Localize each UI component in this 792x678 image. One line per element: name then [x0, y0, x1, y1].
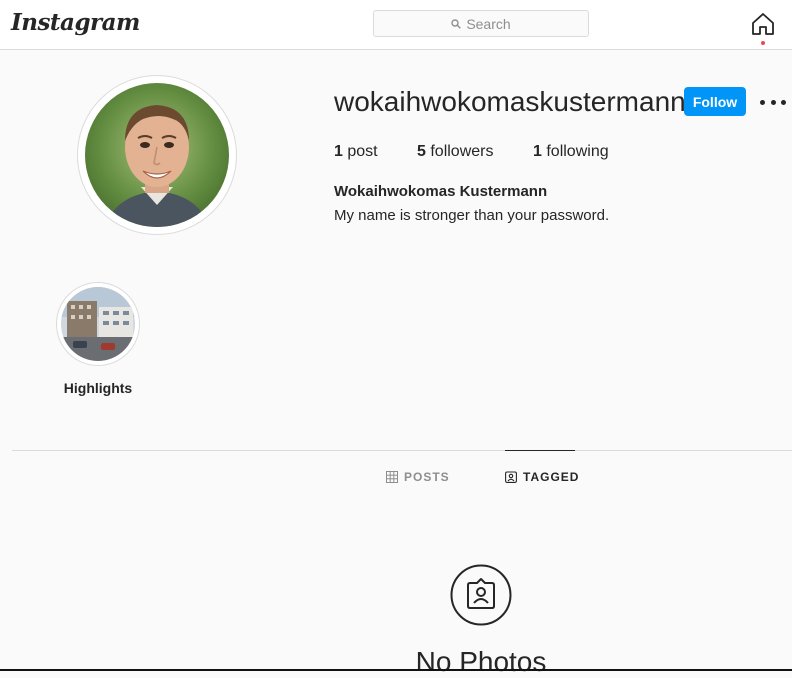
posts-count: 1 post [334, 143, 378, 161]
posts-count-value: 1 [334, 143, 343, 160]
notification-dot [761, 41, 765, 45]
tab-posts[interactable]: POSTS [386, 470, 450, 484]
tab-tagged[interactable]: TAGGED [505, 470, 579, 484]
follow-button[interactable]: Follow [684, 87, 746, 116]
tagged-photos-icon [450, 564, 512, 626]
profile-bio: My name is stronger than your password. [334, 207, 610, 224]
active-tab-indicator [505, 450, 575, 451]
profile-username: wokaihwokomaskustermann [334, 86, 686, 117]
story-highlight[interactable]: Highlights [56, 282, 142, 396]
dot [760, 99, 765, 105]
search-input[interactable]: Search [373, 10, 589, 37]
following-link[interactable]: 1 following [533, 143, 609, 161]
highlight-label: Highlights [63, 380, 133, 396]
profile-photo [85, 83, 229, 227]
tab-tagged-label: TAGGED [523, 470, 580, 484]
highlight-ring [56, 282, 140, 366]
tagged-icon [505, 471, 517, 483]
top-nav-bar: Instagram Search [0, 0, 792, 50]
tabs-divider [12, 450, 792, 451]
profile-avatar[interactable] [77, 75, 237, 235]
search-placeholder: Search [466, 15, 511, 32]
following-count-value: 1 [533, 143, 542, 160]
window-bottom-border [0, 669, 792, 671]
search-icon [451, 18, 462, 29]
following-count-label: following [541, 143, 609, 160]
followers-count-value: 5 [417, 143, 426, 160]
home-icon[interactable] [750, 11, 776, 37]
dot [781, 99, 786, 105]
profile-full-name: Wokaihwokomas Kustermann [334, 183, 548, 200]
highlight-cover [61, 287, 135, 361]
more-options-icon[interactable] [760, 92, 786, 112]
dot [770, 99, 776, 105]
empty-state-title: No Photos [415, 646, 547, 677]
tab-posts-label: POSTS [404, 470, 450, 484]
posts-count-label: post [342, 143, 378, 160]
followers-link[interactable]: 5 followers [417, 143, 493, 161]
instagram-logo[interactable]: Instagram [11, 9, 140, 36]
followers-count-label: followers [425, 143, 494, 160]
grid-icon [386, 471, 398, 483]
avatar [85, 83, 229, 227]
